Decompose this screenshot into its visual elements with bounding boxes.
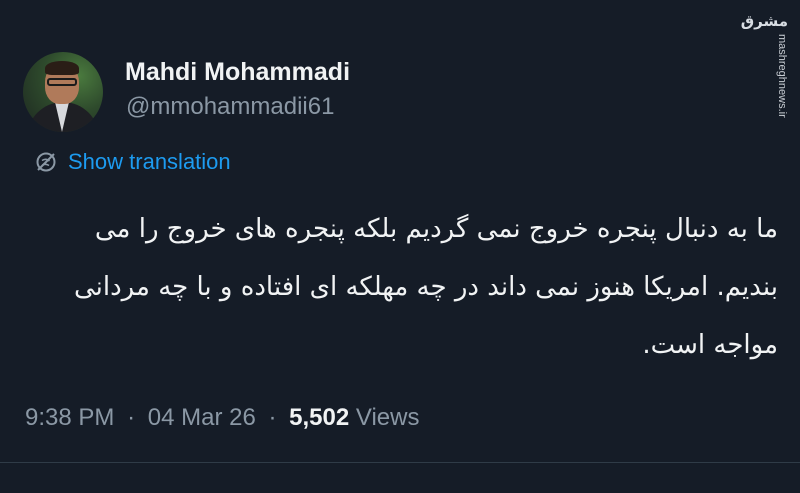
author-name[interactable]: Mahdi Mohammadi — [125, 58, 350, 87]
source-watermark: مشرق mashreghnews.ir — [740, 12, 792, 124]
translate-row[interactable]: Show translation — [34, 149, 231, 175]
divider — [0, 462, 800, 463]
views-count: 5,502 — [289, 404, 350, 431]
show-translation-link[interactable]: Show translation — [68, 149, 231, 175]
avatar-hair — [45, 61, 79, 75]
avatar[interactable] — [23, 52, 103, 132]
tweet-text: ما به دنبال پنجره خروج نمی گردیم بلکه پن… — [73, 214, 778, 360]
avatar-glasses — [47, 78, 77, 86]
globe-slash-icon — [36, 152, 56, 172]
tweet-card: Mahdi Mohammadi @mmohammadii61 مشرق mash… — [0, 0, 800, 493]
meta-separator: · — [268, 404, 277, 431]
watermark-logo: مشرق — [740, 13, 788, 30]
tweet-time[interactable]: 9:38 PM — [25, 404, 114, 431]
views-label: Views — [355, 404, 420, 431]
tweet-meta: 9:38 PM · 04 Mar 26 · 5,502 Views — [25, 404, 419, 432]
tweet-date[interactable]: 04 Mar 26 — [148, 404, 256, 431]
watermark-url: mashreghnews.ir — [776, 34, 788, 118]
meta-separator: · — [127, 404, 136, 431]
author-handle[interactable]: @mmohammadii61 — [126, 93, 334, 121]
